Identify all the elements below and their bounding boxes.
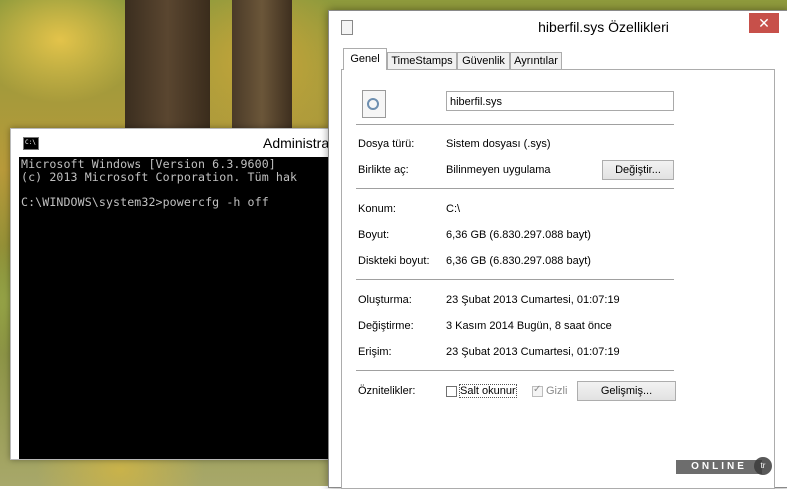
filename-field[interactable]: hiberfil.sys [446,91,674,111]
tab-security[interactable]: Güvenlik [457,52,510,70]
created-value: 23 Şubat 2013 Cumartesi, 01:07:19 [446,294,620,306]
chip-online-watermark: CHIP ONLINE tr [676,433,776,477]
command-prompt-window[interactable]: Administra Microsoft Windows [Version 6.… [10,128,330,460]
console-line: (c) 2013 Microsoft Corporation. Tüm hak [21,170,298,184]
separator [356,188,674,189]
advanced-button[interactable]: Gelişmiş... [577,381,676,401]
tree-trunk-2 [232,0,292,130]
tab-details[interactable]: Ayrıntılar [510,52,562,70]
modified-label: Değiştirme: [358,320,414,332]
tab-general[interactable]: Genel [343,48,387,70]
change-button[interactable]: Değiştir... [602,160,674,180]
modified-value: 3 Kasım 2014 Bugün, 8 saat önce [446,320,612,332]
readonly-label[interactable]: Salt okunur [459,384,517,398]
console-icon [23,137,39,150]
accessed-value: 23 Şubat 2013 Cumartesi, 01:07:19 [446,346,620,358]
file-type-label: Dosya türü: [358,138,415,150]
location-label: Konum: [358,203,396,215]
dialog-titlebar[interactable]: hiberfil.sys Özellikleri ✕ [329,11,787,43]
accessed-label: Erişim: [358,346,392,358]
created-label: Oluşturma: [358,294,412,306]
size-on-disk-value: 6,36 GB (6.830.297.088 bayt) [446,255,591,267]
hidden-checkbox[interactable] [532,384,543,397]
location-value: C:\ [446,203,461,215]
properties-dialog[interactable]: hiberfil.sys Özellikleri ✕ Genel TimeSta… [328,10,787,489]
watermark-bottom: ONLINE [676,460,762,474]
console-screen[interactable]: Microsoft Windows [Version 6.3.9600] (c)… [19,157,329,459]
console-line: C:\WINDOWS\system32>powercfg -h off [21,195,269,209]
hidden-label: Gizli [546,385,568,397]
separator [356,279,674,280]
opens-with-value: Bilinmeyen uygulama [446,164,551,176]
dialog-title: hiberfil.sys Özellikleri [538,19,669,35]
separator [356,124,674,125]
general-panel: hiberfil.sys Dosya türü: Sistem dosyası … [341,69,775,489]
close-button[interactable]: ✕ [749,13,779,33]
attributes-label: Öznitelikler: [358,385,416,397]
separator [356,370,674,371]
console-line: Microsoft Windows [Version 6.3.9600] [21,157,276,171]
opens-with-label: Birlikte aç: [358,164,409,176]
system-file-icon [362,90,386,118]
size-label: Boyut: [358,229,390,241]
tab-timestamps[interactable]: TimeStamps [387,52,457,70]
console-titlebar[interactable]: Administra [11,129,329,157]
watermark-badge: tr [754,457,772,475]
console-title: Administra [263,135,330,151]
readonly-checkbox[interactable] [446,386,457,397]
file-type-value: Sistem dosyası (.sys) [446,138,551,150]
size-value: 6,36 GB (6.830.297.088 bayt) [446,229,591,241]
size-on-disk-label: Diskteki boyut: [358,255,430,267]
watermark-top: CHIP [678,433,757,458]
tree-trunk [125,0,210,130]
